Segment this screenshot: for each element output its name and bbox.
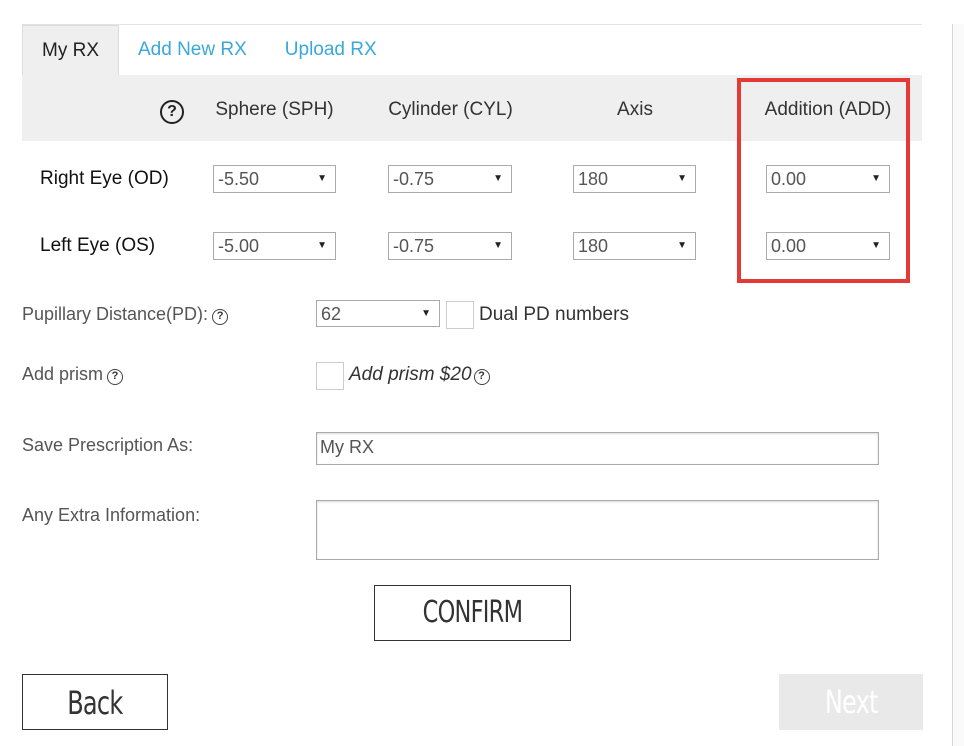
next-label: Next (824, 683, 879, 721)
left-sphere-select[interactable]: -5.00 ▼ (213, 232, 336, 260)
rx-tabs: My RX Add New RX Upload RX (22, 25, 396, 75)
pd-label: Pupillary Distance(PD):? (22, 304, 229, 325)
help-icon[interactable]: ? (212, 309, 229, 325)
prism-label: Add prism? (22, 364, 124, 385)
tab-my-rx[interactable]: My RX (22, 25, 119, 75)
back-label: Back (67, 684, 123, 722)
add-prism-text: Add prism $20 (349, 364, 472, 385)
right-eye-label: Right Eye (OD) (40, 168, 169, 189)
select-value: -5.00 (218, 236, 260, 256)
confirm-button[interactable]: CONFIRM (374, 585, 571, 641)
save-prescription-input[interactable]: My RX (316, 432, 879, 465)
left-eye-label: Left Eye (OS) (40, 235, 156, 256)
confirm-label: CONFIRM (422, 595, 523, 630)
right-sphere-select[interactable]: -5.50 ▼ (213, 165, 336, 193)
dropdown-arrow-icon: ▼ (493, 173, 503, 184)
pd-label-text: Pupillary Distance(PD): (22, 304, 209, 324)
pd-select[interactable]: 62 ▼ (316, 300, 440, 327)
addition-highlight-box (737, 78, 910, 283)
column-axis: Axis (617, 99, 653, 120)
extra-info-textarea[interactable] (316, 500, 879, 560)
right-axis-select[interactable]: 180 ▼ (573, 165, 696, 193)
add-prism-option-label: Add prism $20? (349, 364, 490, 386)
select-value: -5.50 (218, 169, 260, 189)
dropdown-arrow-icon: ▼ (421, 308, 431, 319)
help-icon[interactable]: ? (473, 369, 490, 385)
left-cylinder-select[interactable]: -0.75 ▼ (388, 232, 512, 260)
left-axis-select[interactable]: 180 ▼ (573, 232, 696, 260)
prism-label-text: Add prism (22, 364, 104, 384)
dropdown-arrow-icon: ▼ (677, 240, 687, 251)
dropdown-arrow-icon: ▼ (677, 173, 687, 184)
column-sphere: Sphere (SPH) (215, 99, 334, 120)
select-value: 180 (578, 236, 609, 256)
tab-upload-rx[interactable]: Upload RX (266, 25, 396, 75)
select-value: -0.75 (393, 236, 435, 256)
dropdown-arrow-icon: ▼ (317, 173, 327, 184)
back-button[interactable]: Back (22, 674, 168, 730)
dropdown-arrow-icon: ▼ (317, 240, 327, 251)
scrollbar-track[interactable] (953, 24, 964, 746)
dual-pd-label: Dual PD numbers (479, 304, 629, 325)
add-prism-checkbox[interactable] (316, 362, 344, 390)
help-icon[interactable]: ? (160, 100, 184, 124)
extra-info-label: Any Extra Information: (22, 505, 201, 525)
select-value: 62 (321, 304, 342, 324)
dual-pd-checkbox[interactable] (446, 301, 474, 329)
next-button[interactable]: Next (779, 674, 923, 730)
help-icon[interactable]: ? (107, 369, 124, 385)
tab-add-new-rx[interactable]: Add New RX (119, 25, 266, 75)
column-cylinder: Cylinder (CYL) (388, 99, 513, 120)
select-value: -0.75 (393, 169, 435, 189)
dropdown-arrow-icon: ▼ (493, 240, 503, 251)
select-value: 180 (578, 169, 609, 189)
save-prescription-label: Save Prescription As: (22, 435, 194, 455)
right-cylinder-select[interactable]: -0.75 ▼ (388, 165, 512, 193)
